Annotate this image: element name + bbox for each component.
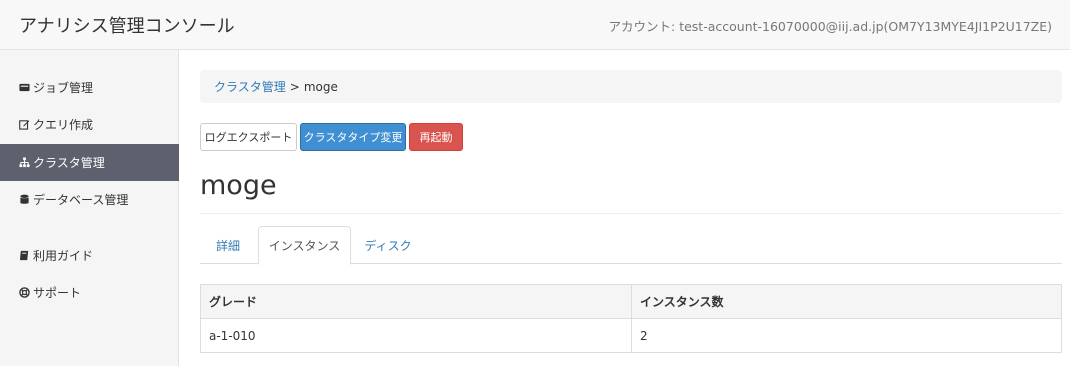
sidebar-item-label: 利用ガイド <box>33 249 94 263</box>
sidebar-item-databases[interactable]: データベース管理 <box>0 181 179 218</box>
sidebar-item-clusters[interactable]: クラスタ管理 <box>0 144 179 181</box>
instances-table: グレード インスタンス数 a-1-010 2 <box>200 284 1062 353</box>
app-title[interactable]: アナリシス管理コンソール <box>19 12 235 38</box>
top-bar: アナリシス管理コンソール アカウント: test-account-1607000… <box>0 0 1070 50</box>
breadcrumb-link-clusters[interactable]: クラスタ管理 <box>214 78 286 95</box>
tab-bar: 詳細 インスタンス ディスク <box>200 226 1062 265</box>
breadcrumb-current: moge <box>303 79 338 94</box>
sidebar-item-label: クラスタ管理 <box>33 156 105 170</box>
breadcrumb-separator: > <box>289 79 300 94</box>
cell-instance-count: 2 <box>631 318 1062 353</box>
table-row: a-1-010 2 <box>200 318 1062 353</box>
sidebar-item-jobs[interactable]: ジョブ管理 <box>0 69 179 106</box>
book-icon <box>18 249 31 262</box>
log-export-button[interactable]: ログエクスポート <box>200 123 297 151</box>
main-content: クラスタ管理 > moge ログエクスポート クラスタタイプ変更 再起動 mog… <box>180 50 1070 366</box>
sidebar-item-label: サポート <box>33 286 82 300</box>
cell-grade: a-1-010 <box>200 318 632 353</box>
change-cluster-type-button[interactable]: クラスタタイプ変更 <box>300 123 406 151</box>
sidebar-item-label: ジョブ管理 <box>33 81 94 95</box>
sidebar-item-label: データベース管理 <box>33 193 129 207</box>
sidebar-item-guide[interactable]: 利用ガイド <box>0 237 179 274</box>
job-icon <box>18 81 31 94</box>
sitemap-icon <box>18 156 31 169</box>
database-icon <box>18 193 31 206</box>
sidebar-item-query[interactable]: クエリ作成 <box>0 106 179 143</box>
sidebar-item-label: クエリ作成 <box>33 118 94 132</box>
breadcrumb: クラスタ管理 > moge <box>200 70 1062 103</box>
tab-disks[interactable]: ディスク <box>351 226 425 264</box>
divider <box>200 213 1062 214</box>
column-header-grade: グレード <box>200 284 632 319</box>
lifebuoy-icon <box>18 286 31 299</box>
sidebar: ジョブ管理 クエリ作成 クラスタ管理 データベース管理 利用ガイド サポート <box>0 50 179 366</box>
tab-details[interactable]: 詳細 <box>200 226 256 264</box>
account-info: アカウント: test-account-16070000@iij.ad.jp(O… <box>608 19 1052 34</box>
tab-instances[interactable]: インスタンス <box>258 226 351 265</box>
restart-button[interactable]: 再起動 <box>409 123 463 151</box>
table-header-row: グレード インスタンス数 <box>200 284 1062 319</box>
column-header-instance-count: インスタンス数 <box>631 284 1062 319</box>
page-title: moge <box>200 170 277 201</box>
edit-icon <box>18 118 31 131</box>
sidebar-item-support[interactable]: サポート <box>0 274 179 311</box>
